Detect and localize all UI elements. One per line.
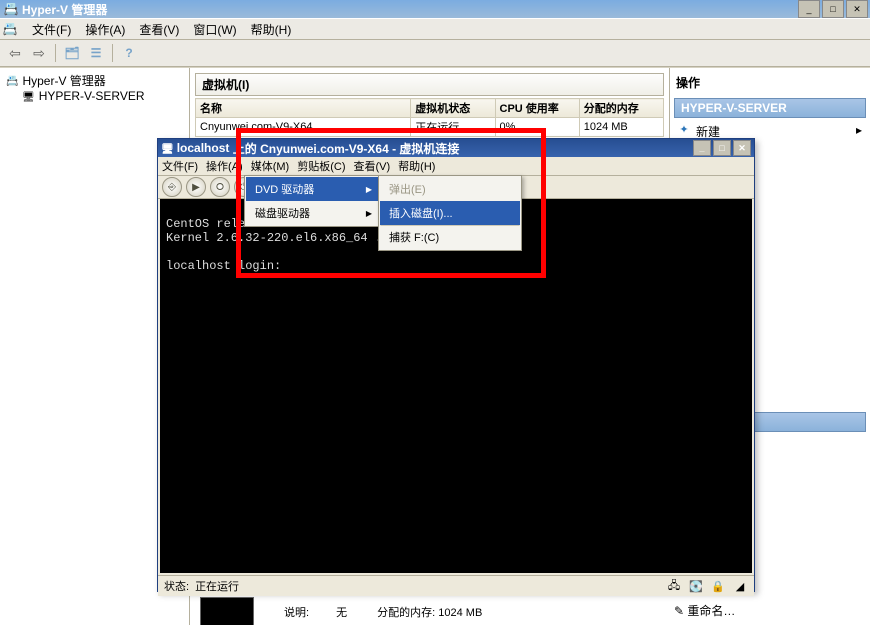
vm-menu-help[interactable]: 帮助(H) (398, 158, 435, 174)
vm-max-button[interactable]: □ (713, 140, 731, 156)
submenu-eject: 弹出(E) (380, 177, 520, 201)
col-mem[interactable]: 分配的内存 (579, 99, 663, 118)
actions-group-server: HYPER-V-SERVER (674, 98, 866, 118)
nav-forward-button[interactable] (28, 43, 50, 63)
server-icon (22, 89, 35, 103)
submenu-insert-disk[interactable]: 插入磁盘(I)... (380, 201, 520, 225)
vm-window-icon (161, 141, 177, 155)
action-new-label: 新建 (696, 125, 720, 139)
vm-menu-action[interactable]: 操作(A) (206, 158, 243, 174)
media-menu-disk-label: 磁盘驱动器 (255, 205, 310, 221)
rename-icon: ✎ (674, 604, 684, 618)
media-menu-disk[interactable]: 磁盘驱动器 (246, 201, 379, 225)
mmc-icon: 📇 (2, 21, 18, 37)
status-nic-icon: 🖧 (666, 578, 682, 594)
hyperv-icon (6, 73, 18, 87)
col-state[interactable]: 虚拟机状态 (411, 99, 495, 118)
vm-menu-view[interactable]: 查看(V) (354, 158, 391, 174)
media-submenu: 弹出(E) 插入磁盘(I)... 捕获 F:(C) (378, 175, 522, 251)
menu-help[interactable]: 帮助(H) (247, 20, 296, 39)
main-toolbar: 🗂 ☰ ? (0, 40, 870, 67)
tree-server-label: HYPER-V-SERVER (39, 89, 145, 103)
vm-menubar: 文件(F) 操作(A) 媒体(M) 剪贴板(C) 查看(V) 帮助(H) (158, 157, 754, 176)
status-disk-icon: 💽 (688, 578, 704, 594)
new-icon: ✦ (676, 121, 692, 137)
main-title: Hyper-V 管理器 (22, 1, 107, 18)
vm-cpu: 0% (495, 118, 579, 137)
vm-titlebar[interactable]: localhost 上的 Cnyunwei.com-V9-X64 - 虚拟机连接… (158, 139, 754, 157)
action-rename[interactable]: ✎ 重命名… (674, 602, 866, 619)
vm-table-header: 名称 虚拟机状态 CPU 使用率 分配的内存 (196, 99, 664, 118)
col-cpu[interactable]: CPU 使用率 (495, 99, 579, 118)
main-max-button[interactable]: □ (822, 0, 844, 18)
vm-menu-file[interactable]: 文件(F) (162, 158, 198, 174)
vm-name: Cnyunwei.com-V9-X64 (196, 118, 411, 137)
submenu-eject-label: 弹出(E) (389, 181, 426, 197)
console-line-2: Kernel 2.6.32-220.el6.x86_64 ... (166, 231, 396, 245)
vm-row[interactable]: Cnyunwei.com-V9-X64 正在运行 0% 1024 MB (196, 118, 664, 137)
vm-min-button[interactable]: _ (693, 140, 711, 156)
vm-table: 名称 虚拟机状态 CPU 使用率 分配的内存 Cnyunwei.com-V9-X… (195, 98, 664, 137)
status-lock-icon: 🔒 (710, 578, 726, 594)
tree-server[interactable]: HYPER-V-SERVER (6, 88, 183, 104)
toolbar-separator-2 (112, 44, 113, 62)
vm-title-rest: 上的 Cnyunwei.com-V9-X64 - 虚拟机连接 (233, 140, 460, 157)
vm-thumbnail (200, 597, 254, 625)
action-rename-label: 重命名… (687, 604, 735, 618)
vm-title-host: localhost (177, 141, 230, 155)
vm-console[interactable]: CentOS release ... Kernel 2.6.32-220.el6… (158, 199, 754, 575)
submenu-insert-label: 插入磁盘(I)... (389, 205, 453, 221)
vm-status-value: 正在运行 (195, 578, 239, 594)
vm-panel-header: 虚拟机(I) (195, 73, 664, 96)
tree-root-label: Hyper-V 管理器 (22, 72, 105, 89)
vm-mem: 1024 MB (579, 118, 663, 137)
toolbar-action-button[interactable]: 🗂 (61, 43, 83, 63)
toolbar-help-button[interactable]: ? (118, 43, 140, 63)
menu-window[interactable]: 窗口(W) (189, 20, 240, 39)
vm-status-label: 状态: (164, 578, 189, 594)
vm-close-button[interactable]: ✕ (733, 140, 751, 156)
actions-header: 操作 (674, 72, 866, 95)
media-menu: DVD 驱动器 磁盘驱动器 (244, 175, 381, 227)
vm-tb-turnoff[interactable]: ⭘ (210, 177, 230, 197)
main-min-button[interactable]: _ (798, 0, 820, 18)
nav-back-button[interactable] (4, 43, 26, 63)
vm-tb-start[interactable]: ▶ (186, 177, 206, 197)
vm-menu-clip[interactable]: 剪贴板(C) (297, 158, 345, 174)
mem-label: 分配的内存: (377, 607, 435, 619)
status-grip-icon: ◢ (732, 578, 748, 594)
main-titlebar: 📇 Hyper-V 管理器 (0, 0, 870, 18)
menu-view[interactable]: 查看(V) (135, 20, 183, 39)
desc-label: 说明: (284, 607, 309, 619)
main-close-button[interactable]: ✕ (846, 0, 868, 18)
main-menubar: 📇 文件(F) 操作(A) 查看(V) 窗口(W) 帮助(H) (0, 18, 870, 40)
tree-root[interactable]: Hyper-V 管理器 (6, 72, 183, 88)
vm-statusbar: 状态: 正在运行 🖧 💽 🔒 ◢ (158, 575, 754, 596)
vm-tb-ctrlaltdel[interactable]: ⎆ (162, 177, 182, 197)
toolbar-separator (55, 44, 56, 62)
mem-value: 1024 MB (438, 607, 482, 619)
main-window-controls: _ □ ✕ (796, 0, 868, 18)
center-footer: 说明: 无 分配的内存: 1024 MB (190, 595, 670, 625)
menu-file[interactable]: 文件(F) (28, 20, 75, 39)
vm-state: 正在运行 (411, 118, 495, 137)
desc-value: 无 (336, 607, 347, 619)
col-name[interactable]: 名称 (196, 99, 411, 118)
media-menu-dvd-label: DVD 驱动器 (255, 181, 314, 197)
menu-action[interactable]: 操作(A) (81, 20, 129, 39)
media-menu-dvd[interactable]: DVD 驱动器 (246, 177, 379, 201)
app-icon: 📇 (4, 2, 18, 16)
toolbar-props-button[interactable]: ☰ (85, 43, 107, 63)
vm-menu-media[interactable]: 媒体(M) (251, 158, 290, 174)
console-line-4: localhost login: (166, 259, 281, 273)
submenu-capture[interactable]: 捕获 F:(C) (380, 225, 520, 249)
submenu-capture-label: 捕获 F:(C) (389, 229, 439, 245)
